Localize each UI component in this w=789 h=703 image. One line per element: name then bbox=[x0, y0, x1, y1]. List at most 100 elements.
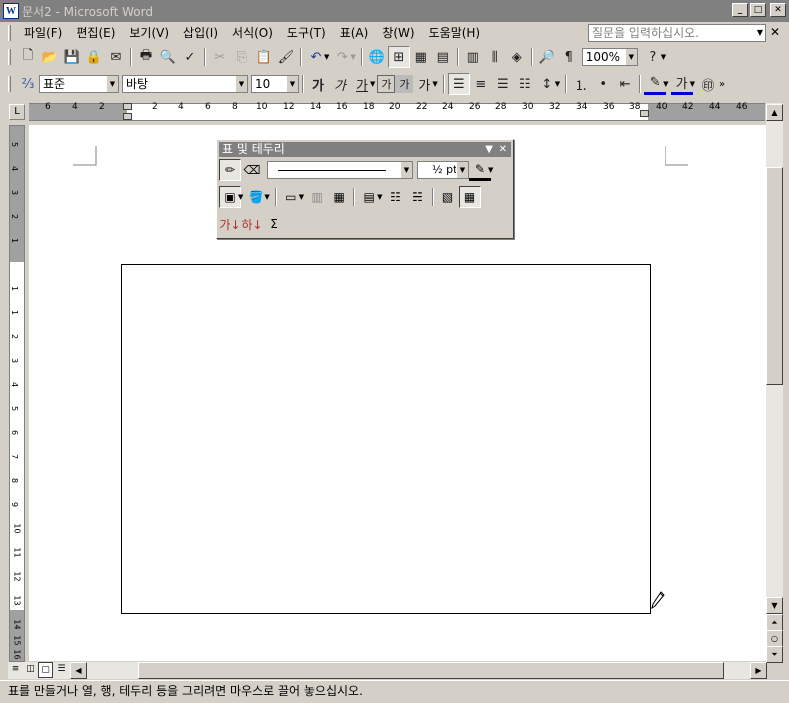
vertical-scroll-thumb[interactable] bbox=[766, 167, 783, 385]
tables-borders-title-bar[interactable]: 표 및 테두리 ▼ ✕ bbox=[219, 142, 511, 157]
insert-table-dropdown-icon[interactable]: ▼ bbox=[299, 193, 304, 201]
enclose-characters-icon[interactable]: ㊞ bbox=[697, 73, 719, 95]
previous-page-button[interactable]: ⏶ bbox=[766, 614, 783, 631]
toolbar-options-icon[interactable]: ▼ bbox=[485, 142, 493, 157]
document-close-icon[interactable]: ✕ bbox=[770, 25, 780, 39]
web-layout-view-icon[interactable]: ◫ bbox=[23, 662, 38, 678]
print-icon[interactable]: 🖶 bbox=[135, 46, 157, 68]
sort-descending-icon[interactable]: 하↓ bbox=[241, 213, 263, 235]
columns-icon[interactable]: ▥ bbox=[462, 46, 484, 68]
chevron-down-icon[interactable]: ▼ bbox=[757, 25, 763, 41]
sort-ascending-icon[interactable]: 가↓ bbox=[219, 213, 241, 235]
toolbar-grip[interactable] bbox=[8, 49, 11, 65]
menu-tools[interactable]: 도구(T) bbox=[280, 24, 333, 42]
split-cells-icon[interactable]: ▦ bbox=[328, 186, 350, 208]
spelling-icon[interactable]: ✓ bbox=[179, 46, 201, 68]
align-right-icon[interactable]: ☰ bbox=[492, 73, 514, 95]
menu-view[interactable]: 보기(V) bbox=[122, 24, 176, 42]
more-buttons-icon[interactable]: » bbox=[719, 79, 725, 90]
shading-dropdown-icon[interactable]: ▼ bbox=[264, 193, 269, 201]
highlight-dropdown-icon[interactable]: ▼ bbox=[663, 80, 668, 88]
bullets-icon[interactable]: • bbox=[592, 73, 614, 95]
cut-icon[interactable]: ✂ bbox=[209, 46, 231, 68]
copy-icon[interactable]: ⎘ bbox=[231, 46, 253, 68]
italic-icon[interactable]: 가 bbox=[329, 73, 351, 95]
line-spacing-dropdown-icon[interactable]: ▼ bbox=[555, 80, 560, 88]
eraser-icon[interactable]: ⌫ bbox=[241, 159, 263, 181]
chevron-down-icon[interactable]: ▼ bbox=[106, 76, 118, 92]
character-border-icon[interactable]: 가 bbox=[377, 75, 396, 93]
show-hide-icon[interactable]: 🔎 bbox=[536, 46, 558, 68]
redo-dropdown-icon[interactable]: ▼ bbox=[350, 53, 355, 61]
menu-help[interactable]: 도움말(H) bbox=[422, 24, 488, 42]
chevron-down-icon[interactable]: ▼ bbox=[624, 49, 637, 65]
autosum-icon[interactable]: Σ bbox=[263, 213, 285, 235]
drawn-table-border[interactable] bbox=[121, 264, 651, 614]
align-justify-icon[interactable]: ☰ bbox=[447, 73, 470, 95]
save-icon[interactable]: 💾 bbox=[61, 46, 83, 68]
font-size-select[interactable]: 10 ▼ bbox=[251, 75, 299, 93]
outline-view-icon[interactable]: ☰ bbox=[54, 662, 69, 678]
border-dropdown-icon[interactable]: ▼ bbox=[238, 193, 243, 201]
first-line-indent-marker[interactable] bbox=[123, 103, 132, 110]
numbering-icon[interactable]: ⒈ bbox=[570, 73, 592, 95]
menu-file[interactable]: 파일(F) bbox=[17, 24, 69, 42]
drawing-icon[interactable]: ⫼ bbox=[484, 46, 506, 68]
left-indent-marker[interactable] bbox=[123, 113, 132, 120]
minimize-button[interactable]: _ bbox=[732, 3, 748, 17]
undo-dropdown-icon[interactable]: ▼ bbox=[324, 53, 329, 61]
menu-insert[interactable]: 삽입(I) bbox=[176, 24, 225, 42]
scroll-left-button[interactable]: ◀ bbox=[70, 662, 87, 679]
bold-icon[interactable]: 가 bbox=[307, 73, 329, 95]
underline-dropdown-icon[interactable]: ▼ bbox=[370, 80, 375, 88]
font-color-dropdown-icon[interactable]: ▼ bbox=[690, 80, 695, 88]
print-preview-icon[interactable]: 🔍 bbox=[157, 46, 179, 68]
right-indent-marker[interactable] bbox=[640, 110, 649, 117]
horizontal-scroll-thumb[interactable] bbox=[138, 662, 724, 679]
styles-pane-icon[interactable]: ⅔ bbox=[17, 73, 39, 95]
email-icon[interactable]: ✉ bbox=[105, 46, 127, 68]
table-autoformat-icon[interactable]: ▧ bbox=[437, 186, 459, 208]
new-document-icon[interactable]: 🗋 bbox=[17, 46, 39, 68]
hyperlink-icon[interactable]: 🌐 bbox=[366, 46, 388, 68]
character-shading-icon[interactable]: 가 bbox=[395, 75, 414, 93]
menu-edit[interactable]: 편집(E) bbox=[69, 24, 122, 42]
style-select[interactable]: 표준 ▼ bbox=[39, 75, 119, 93]
close-icon[interactable]: ✕ bbox=[499, 142, 507, 157]
format-painter-icon[interactable]: 🖌 bbox=[275, 46, 297, 68]
tables-borders-icon[interactable]: ⊞ bbox=[387, 46, 410, 68]
toolbar-options-icon[interactable]: ▼ bbox=[661, 53, 666, 61]
menu-window[interactable]: 창(W) bbox=[375, 24, 421, 42]
line-style-select[interactable]: ▼ bbox=[267, 161, 413, 179]
distribute-rows-icon[interactable]: ☷ bbox=[385, 186, 407, 208]
open-folder-icon[interactable]: 📂 bbox=[39, 46, 61, 68]
insert-excel-icon[interactable]: ▤ bbox=[432, 46, 454, 68]
document-map-icon[interactable]: ◈ bbox=[506, 46, 528, 68]
menubar-grip[interactable] bbox=[8, 25, 11, 41]
chevron-down-icon[interactable]: ▼ bbox=[456, 162, 468, 178]
scroll-up-button[interactable]: ▲ bbox=[766, 104, 783, 121]
border-color-dropdown-icon[interactable]: ▼ bbox=[488, 166, 493, 174]
font-select[interactable]: 바탕 ▼ bbox=[122, 75, 248, 93]
select-browse-object-button[interactable]: ○ bbox=[766, 630, 783, 647]
merge-cells-icon[interactable]: ▥ bbox=[306, 186, 328, 208]
menu-table[interactable]: 표(A) bbox=[333, 24, 376, 42]
normal-view-icon[interactable]: ≡ bbox=[8, 662, 23, 678]
distribute-columns-icon[interactable]: ☵ bbox=[407, 186, 429, 208]
close-button[interactable]: ✕ bbox=[770, 3, 786, 17]
tab-selector[interactable]: L bbox=[9, 104, 25, 120]
alignment-dropdown-icon[interactable]: ▼ bbox=[377, 193, 382, 201]
zoom-select[interactable]: 100% ▼ bbox=[581, 48, 638, 66]
chevron-down-icon[interactable]: ▼ bbox=[400, 162, 412, 178]
paste-icon[interactable]: 📋 bbox=[253, 46, 275, 68]
next-page-button[interactable]: ⏷ bbox=[766, 646, 783, 663]
chevron-down-icon[interactable]: ▼ bbox=[286, 76, 298, 92]
show-gridlines-icon[interactable]: ▦ bbox=[458, 186, 481, 208]
line-weight-select[interactable]: ½ pt ▼ bbox=[417, 161, 469, 179]
phonetic-dropdown-icon[interactable]: ▼ bbox=[432, 80, 437, 88]
word-app-icon[interactable]: W bbox=[3, 3, 19, 19]
align-center-icon[interactable]: ≡ bbox=[470, 73, 492, 95]
toolbar-grip[interactable] bbox=[8, 76, 11, 92]
chevron-down-icon[interactable]: ▼ bbox=[235, 76, 247, 92]
maximize-button[interactable]: □ bbox=[750, 3, 766, 17]
